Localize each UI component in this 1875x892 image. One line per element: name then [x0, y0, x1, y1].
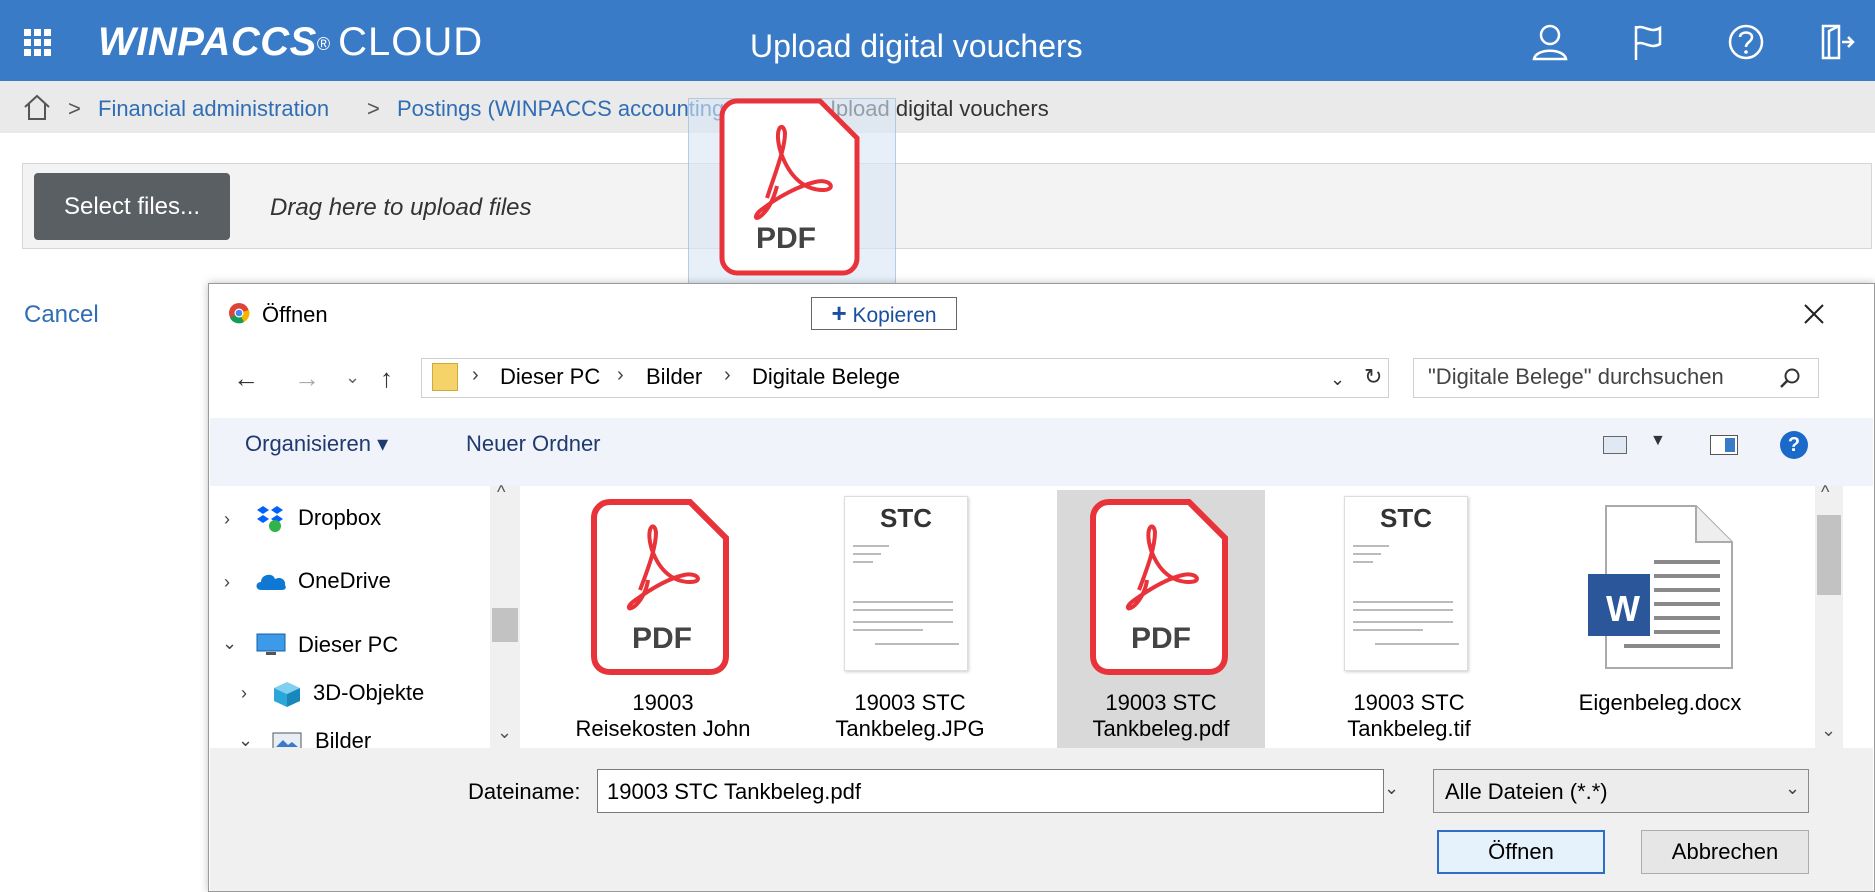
app-launcher-icon[interactable]: [24, 29, 51, 56]
scroll-up-icon[interactable]: ^: [1821, 482, 1829, 503]
dropbox-icon: [257, 506, 283, 532]
search-placeholder: "Digitale Belege" durchsuchen: [1428, 364, 1724, 389]
page-title: Upload digital vouchers: [750, 28, 1083, 64]
file-name-2[interactable]: 19003 STC Tankbeleg.JPG: [810, 690, 1010, 742]
breadcrumb-financial-administration[interactable]: Financial administration: [98, 95, 329, 123]
folder-icon: [432, 363, 458, 391]
path-separator: ›: [472, 364, 479, 386]
open-button[interactable]: Öffnen: [1437, 830, 1605, 874]
breadcrumb-separator: >: [68, 96, 81, 121]
help-icon[interactable]: ?: [1780, 431, 1808, 459]
path-bilder[interactable]: Bilder: [646, 364, 702, 390]
preview-pane-icon[interactable]: [1710, 435, 1738, 455]
flag-icon[interactable]: [1628, 22, 1668, 62]
forward-icon[interactable]: →: [294, 363, 320, 393]
abort-button[interactable]: Abbrechen: [1641, 830, 1809, 874]
nav-scrollbar-thumb[interactable]: [492, 608, 518, 642]
file-name-5[interactable]: Eigenbeleg.docx: [1560, 690, 1760, 716]
nav-item-onedrive[interactable]: OneDrive: [298, 568, 391, 594]
copy-tooltip: + Kopieren: [811, 297, 957, 330]
nav-item-dieser-pc[interactable]: Dieser PC: [298, 632, 398, 658]
home-icon[interactable]: [22, 93, 52, 121]
word-icon-label: W: [1606, 588, 1640, 629]
nav-item-dropbox[interactable]: Dropbox: [298, 505, 381, 531]
filename-dropdown-icon[interactable]: ⌄: [1384, 778, 1399, 799]
dragged-pdf-label: PDF: [756, 222, 816, 255]
file-name-4[interactable]: 19003 STC Tankbeleg.tif: [1309, 690, 1509, 742]
pdf-icon-label: PDF: [1131, 622, 1191, 655]
receipt-thumbnail[interactable]: STC: [1344, 496, 1468, 671]
view-options-icon[interactable]: [1603, 436, 1627, 454]
cancel-link[interactable]: Cancel: [24, 301, 99, 329]
file-name-1[interactable]: 19003 Reisekosten John: [563, 690, 763, 742]
receipt-thumbnail[interactable]: STC: [844, 496, 968, 671]
file-scrollbar-thumb[interactable]: [1817, 515, 1841, 595]
close-icon[interactable]: [1800, 300, 1828, 328]
dialog-title: Öffnen: [262, 302, 328, 327]
path-separator: ›: [724, 364, 731, 386]
new-folder-button[interactable]: Neuer Ordner: [466, 431, 601, 457]
select-files-button[interactable]: Select files...: [34, 173, 230, 240]
user-icon[interactable]: [1530, 22, 1570, 62]
search-icon[interactable]: [1778, 366, 1802, 390]
filetype-dropdown-icon[interactable]: ⌄: [1785, 778, 1800, 799]
nav-item-3d-objekte[interactable]: 3D-Objekte: [313, 680, 424, 706]
expand-chevron-icon[interactable]: ›: [241, 683, 247, 704]
refresh-icon[interactable]: ↻: [1364, 362, 1382, 392]
chrome-icon: [229, 303, 250, 324]
path-separator: ›: [617, 364, 624, 386]
pdf-icon-label: PDF: [632, 622, 692, 655]
brand-logo[interactable]: WINPACCS® CLOUD: [98, 20, 483, 64]
scroll-up-icon[interactable]: ^: [497, 482, 505, 503]
filename-label: Dateiname:: [468, 779, 581, 804]
path-dieser-pc[interactable]: Dieser PC: [500, 364, 600, 390]
expand-chevron-icon[interactable]: ›: [224, 572, 230, 593]
computer-icon: [256, 633, 286, 655]
scroll-down-icon[interactable]: ⌄: [1821, 720, 1836, 741]
collapse-chevron-icon[interactable]: ⌄: [222, 633, 237, 654]
3d-objects-icon: [274, 682, 300, 707]
back-icon[interactable]: ←: [233, 363, 259, 393]
file-name-3[interactable]: 19003 STC Tankbeleg.pdf: [1061, 690, 1261, 742]
scroll-down-icon[interactable]: ⌄: [497, 722, 512, 743]
expand-chevron-icon[interactable]: ›: [224, 509, 230, 530]
up-icon[interactable]: ↑: [380, 363, 393, 393]
word-document-icon[interactable]: [1584, 502, 1736, 672]
recent-locations-icon[interactable]: ⌄: [345, 362, 360, 392]
help-icon[interactable]: [1726, 22, 1766, 62]
view-dropdown-icon[interactable]: ▼: [1650, 432, 1666, 450]
breadcrumb-separator: >: [367, 96, 380, 121]
logout-icon[interactable]: [1815, 22, 1855, 62]
organize-menu[interactable]: Organisieren ▾: [245, 431, 388, 457]
filetype-value: Alle Dateien (*.*): [1445, 779, 1608, 804]
onedrive-icon: [256, 574, 286, 590]
drag-hint: Drag here to upload files: [270, 194, 532, 221]
path-digitale-belege[interactable]: Digitale Belege: [752, 364, 900, 390]
filename-value: 19003 STC Tankbeleg.pdf: [607, 779, 861, 804]
address-dropdown-icon[interactable]: ⌄: [1330, 364, 1345, 394]
